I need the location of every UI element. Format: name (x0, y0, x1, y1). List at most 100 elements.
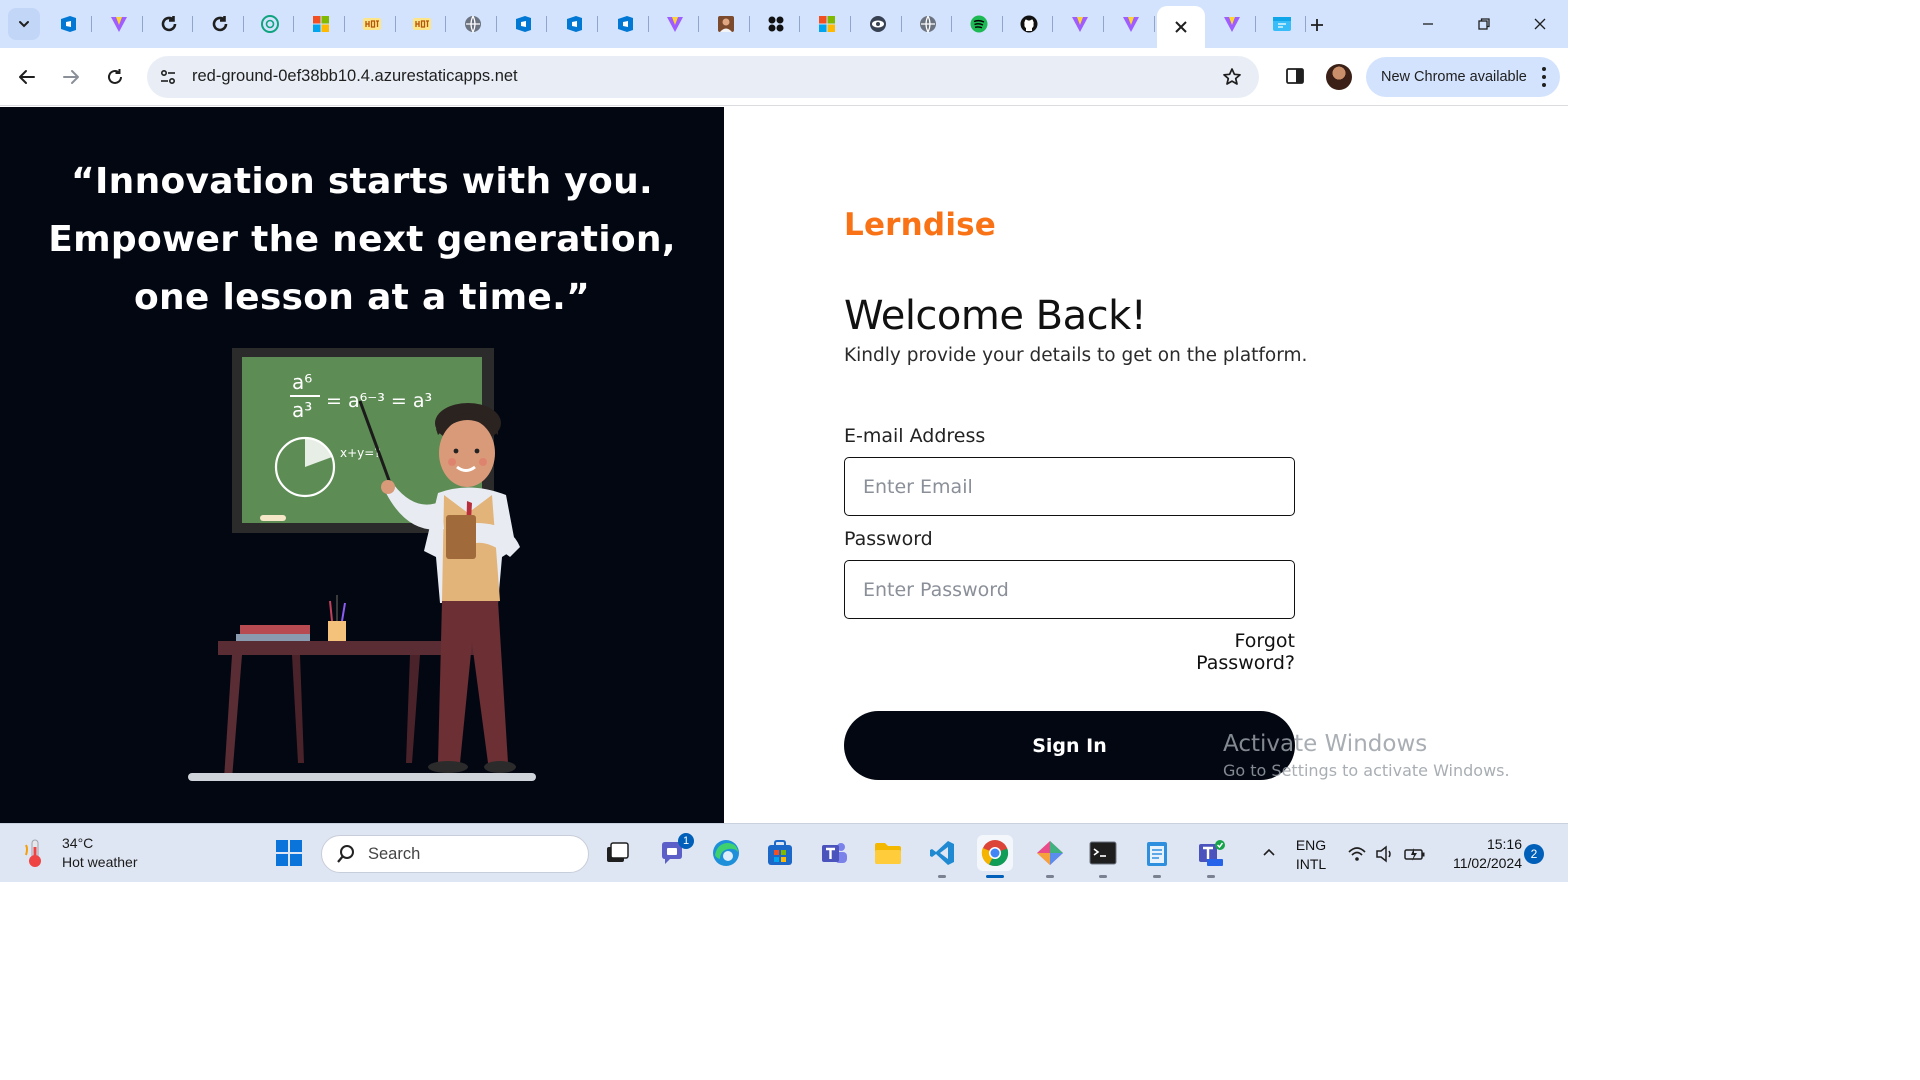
lang-secondary: INTL (1295, 856, 1327, 872)
browser-tab[interactable] (499, 6, 548, 42)
url-text[interactable]: red-ground-0ef38bb10.4.azurestaticapps.n… (192, 67, 518, 86)
teacher-illustration: a⁶ a³ = a⁶⁻³ = a³ x+y=? (188, 348, 536, 781)
reload-button[interactable] (99, 61, 131, 93)
book (240, 625, 310, 634)
new-tab-button[interactable] (1304, 12, 1330, 38)
arrow-left-icon (19, 70, 35, 84)
arrow-right-icon (63, 70, 79, 84)
wifi-status[interactable] (1346, 843, 1368, 865)
forgot-password-link[interactable]: Forgot Password? (1135, 630, 1295, 674)
wifi-icon (1348, 847, 1366, 861)
email-field[interactable] (844, 457, 1295, 516)
browser-tab[interactable] (601, 6, 649, 42)
start-button[interactable] (271, 835, 307, 871)
browser-tab[interactable] (196, 6, 244, 42)
bookmark-star-button[interactable] (1219, 64, 1245, 90)
chrome-update-button[interactable]: New Chrome available (1366, 57, 1560, 97)
vscode-button[interactable] (924, 835, 960, 878)
password-field[interactable] (844, 560, 1295, 619)
notepad-icon (1147, 842, 1167, 866)
edge-button[interactable] (708, 835, 744, 871)
menu-dots-icon[interactable] (1542, 67, 1546, 87)
browser-tab[interactable] (752, 6, 801, 42)
browser-tab[interactable] (904, 6, 953, 42)
chrome-button[interactable] (977, 835, 1013, 878)
taskbar-search[interactable]: Search (321, 835, 589, 873)
task-view-button[interactable] (599, 835, 635, 871)
site-info-icon[interactable] (157, 66, 179, 88)
browser-tab-active[interactable] (1157, 6, 1206, 48)
formula-top: a⁶ (292, 370, 312, 394)
reload-icon (108, 69, 122, 84)
browser-tab[interactable] (1107, 6, 1155, 42)
floor-line (188, 773, 536, 781)
sign-in-button[interactable]: Sign In (844, 711, 1295, 780)
spotify-icon (970, 15, 988, 33)
brand-logo[interactable]: Lerndise (844, 207, 996, 243)
browser-tab[interactable] (702, 6, 750, 42)
browser-tab[interactable] (1005, 6, 1054, 42)
thermometer-icon (25, 839, 41, 867)
azure-devops-icon (567, 16, 582, 32)
browser-tab[interactable] (1258, 6, 1307, 42)
search-label: Search (368, 844, 421, 863)
browser-tab[interactable] (651, 6, 700, 42)
git-app-button[interactable] (1032, 835, 1068, 878)
table-leg (292, 655, 304, 763)
browser-tab[interactable] (1208, 6, 1256, 42)
hero-quote: “Innovation starts with you. Empower the… (48, 161, 676, 318)
notepad-button[interactable] (1139, 835, 1175, 878)
browser-tab[interactable] (398, 6, 447, 42)
weather-widget[interactable]: 34°C Hot weather (22, 834, 137, 872)
browser-tab[interactable] (246, 6, 295, 42)
side-panel-button[interactable] (1282, 62, 1308, 90)
browser-tab[interactable] (145, 6, 194, 42)
battery-status[interactable] (1404, 843, 1426, 865)
restore-button[interactable] (1464, 8, 1504, 40)
browser-tab[interactable] (955, 6, 1003, 42)
browser-tab[interactable] (449, 6, 497, 42)
volume-status[interactable] (1374, 843, 1396, 865)
browser-tab[interactable] (297, 6, 345, 42)
system-clock[interactable]: 15:16 11/02/2024 (1436, 835, 1522, 873)
close-window-button[interactable] (1520, 8, 1560, 40)
input-language-indicator[interactable]: ENG INTL (1292, 836, 1330, 874)
browser-tab[interactable] (44, 6, 92, 42)
vite-icon (1122, 17, 1139, 32)
chevron-down-icon (19, 21, 29, 28)
page-subtitle: Kindly provide your details to get on th… (844, 345, 1308, 366)
file-explorer-button[interactable] (870, 835, 906, 871)
browser-toolbar: red-ground-0ef38bb10.4.azurestaticapps.n… (0, 48, 1568, 106)
browser-tab[interactable] (95, 6, 143, 42)
browser-tab[interactable] (1056, 6, 1104, 42)
browser-tab[interactable] (803, 6, 851, 42)
restore-icon (1478, 18, 1490, 30)
terminal-button[interactable] (1085, 835, 1121, 878)
teams-new-button[interactable] (1193, 835, 1229, 878)
browser-tab[interactable] (348, 6, 396, 42)
chat-app-button[interactable]: 1 (654, 833, 694, 871)
close-icon[interactable] (1171, 17, 1191, 37)
book (236, 634, 310, 641)
tab-search-button[interactable] (8, 8, 40, 40)
vscode-icon (930, 841, 954, 865)
store-button[interactable] (762, 835, 798, 871)
browser-tab[interactable] (550, 6, 598, 42)
notification-badge[interactable]: 2 (1524, 844, 1544, 864)
browser-tab[interactable] (854, 6, 902, 42)
address-bar[interactable]: red-ground-0ef38bb10.4.azurestaticapps.n… (147, 56, 1259, 98)
eye-icon (869, 16, 886, 32)
back-button[interactable] (11, 61, 43, 93)
star-icon (1223, 68, 1241, 85)
show-hidden-icons-button[interactable] (1258, 842, 1280, 864)
forward-button[interactable] (55, 61, 87, 93)
password-label: Password (844, 528, 933, 550)
profile-avatar[interactable] (1326, 64, 1352, 90)
globe-icon (464, 15, 481, 34)
static-web-app-icon (1273, 17, 1292, 31)
gem-icon (1037, 841, 1063, 865)
teams-button[interactable] (816, 835, 852, 871)
minimize-button[interactable] (1408, 8, 1448, 40)
chrome-icon (981, 840, 1009, 867)
email-label: E-mail Address (844, 425, 986, 447)
